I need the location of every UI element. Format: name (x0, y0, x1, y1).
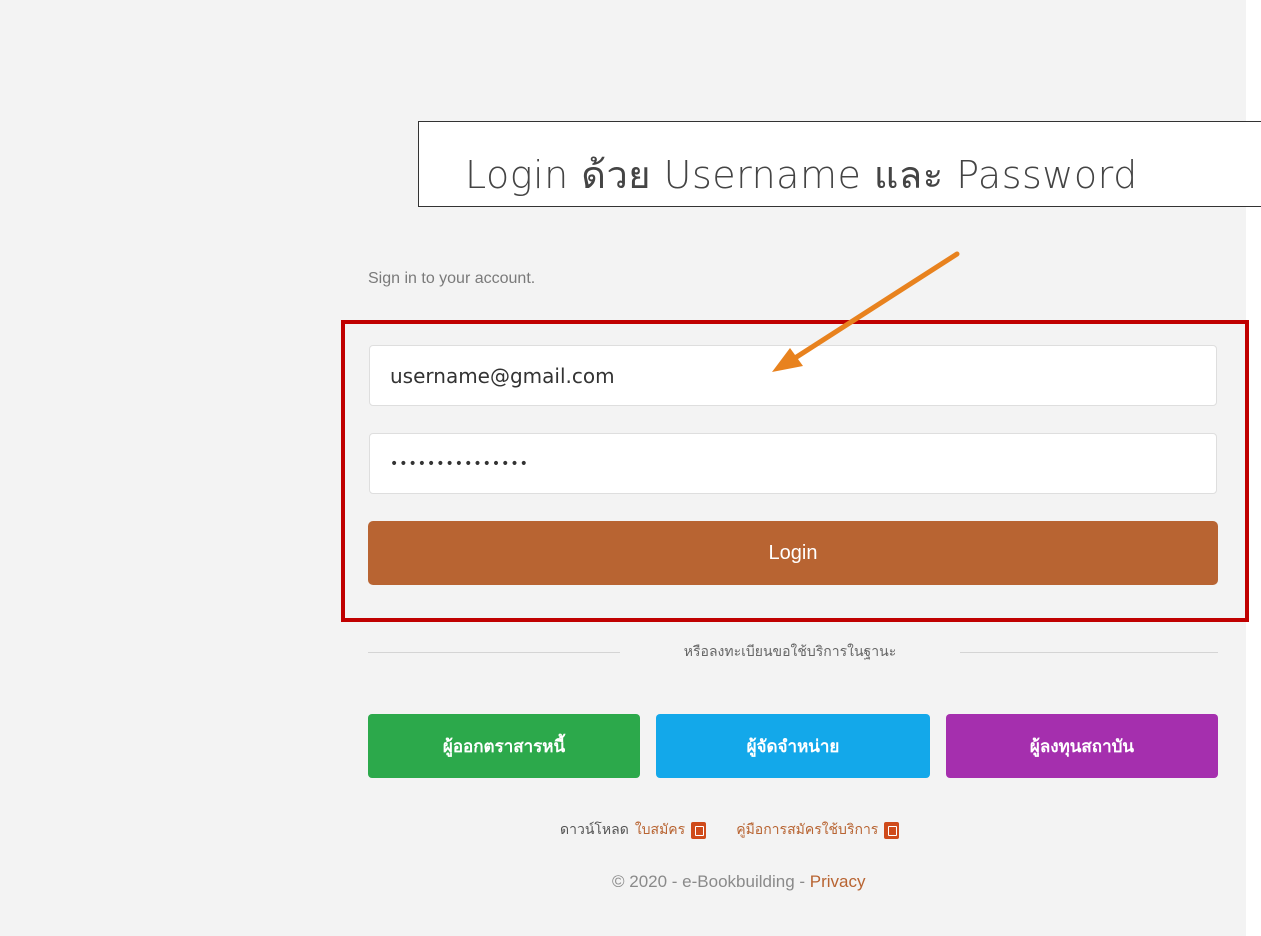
privacy-link[interactable]: Privacy (810, 872, 866, 891)
copyright-text: © 2020 - e-Bookbuilding - (612, 872, 810, 891)
annotation-text: Login ด้วย Username และ Password (465, 153, 1138, 197)
username-input[interactable] (369, 345, 1217, 406)
download-links: ดาวน์โหลด ใบสมัคร คู่มือการสมัครใช้บริกา… (560, 819, 900, 841)
manual-link[interactable]: คู่มือการสมัครใช้บริการ (736, 819, 878, 841)
register-divider-label: หรือลงทะเบียนขอใช้บริการในฐานะ (620, 641, 960, 663)
signin-subtitle: Sign in to your account. (368, 270, 536, 287)
register-issuer-button[interactable]: ผู้ออกตราสารหนี้ (368, 714, 640, 778)
register-distributor-button[interactable]: ผู้จัดจำหน่าย (656, 714, 930, 778)
register-investor-button[interactable]: ผู้ลงทุนสถาบัน (946, 714, 1218, 778)
password-input[interactable] (369, 433, 1217, 494)
footer: © 2020 - e-Bookbuilding - Privacy (612, 872, 865, 892)
pdf-icon[interactable] (884, 821, 900, 839)
download-prefix: ดาวน์โหลด (560, 822, 629, 838)
login-button[interactable]: Login (368, 521, 1218, 585)
annotation-callout: Login ด้วย Username และ Password (418, 121, 1261, 207)
pdf-icon[interactable] (691, 821, 707, 839)
application-form-link[interactable]: ใบสมัคร (635, 819, 685, 841)
